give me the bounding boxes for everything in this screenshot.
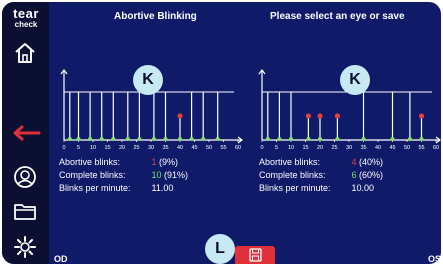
abortive-row: Abortive blinks: 1 (9%) xyxy=(59,156,188,169)
callout-l: L xyxy=(205,234,235,264)
blink-base-marker xyxy=(335,137,340,141)
complete-blink-marker xyxy=(407,137,412,141)
complete-blink-marker xyxy=(137,137,142,141)
home-icon[interactable] xyxy=(12,40,38,66)
x-tick-label: 20 xyxy=(317,145,323,151)
complete-blink-marker xyxy=(76,137,81,141)
blink-base-marker xyxy=(318,137,322,141)
support-icon[interactable] xyxy=(12,164,38,190)
complete-blink-marker xyxy=(99,137,104,141)
complete-count: 6 xyxy=(351,170,357,180)
x-tick-label: 30 xyxy=(346,145,352,151)
x-tick-label: 25 xyxy=(331,145,337,151)
x-tick-label: 60 xyxy=(433,145,439,151)
app-frame: tear check Abortive Blinking Please sele… xyxy=(2,2,441,264)
bpm-value: 11.00 xyxy=(151,183,174,193)
x-tick-label: 5 xyxy=(77,145,80,151)
logo-line1: tear xyxy=(13,6,39,21)
complete-blink-marker xyxy=(125,137,130,141)
complete-blink-marker xyxy=(265,137,270,141)
x-tick-label: 10 xyxy=(90,145,96,151)
blink-base-marker xyxy=(178,137,182,141)
complete-percent: (91%) xyxy=(164,170,189,180)
save-icon xyxy=(249,248,262,262)
x-tick-label: 50 xyxy=(206,145,212,151)
folder-icon[interactable] xyxy=(12,198,38,224)
complete-blink-marker xyxy=(201,137,206,141)
complete-row: Complete blinks: 6 (60%) xyxy=(259,169,383,182)
logo-line2: check xyxy=(14,20,38,29)
sidebar: tear check xyxy=(2,2,49,264)
callout-k-right: K xyxy=(340,65,370,95)
x-tick-label: 55 xyxy=(220,145,226,151)
complete-blink-marker xyxy=(111,137,116,141)
complete-count: 10 xyxy=(151,170,162,180)
eye-label-od[interactable]: OD xyxy=(54,254,68,264)
x-tick-label: 35 xyxy=(360,145,366,151)
bpm-row: Blinks per minute: 10.00 xyxy=(259,182,383,195)
stats-right: Abortive blinks: 4 (40%) Complete blinks… xyxy=(259,156,383,195)
x-tick-label: 50 xyxy=(404,145,410,151)
complete-blink-marker xyxy=(277,137,282,141)
bpm-value: 10.00 xyxy=(351,183,375,193)
save-button[interactable] xyxy=(235,246,275,264)
abortive-blink-marker xyxy=(418,113,425,119)
left-title: Abortive Blinking xyxy=(114,11,197,22)
complete-blink-marker xyxy=(215,137,220,141)
right-title: Please select an eye or save xyxy=(270,11,405,22)
complete-label: Complete blinks: xyxy=(59,170,126,180)
blink-base-marker xyxy=(306,137,311,141)
abortive-count: 4 xyxy=(351,157,357,167)
x-tick-label: 40 xyxy=(375,145,381,151)
complete-blink-marker xyxy=(151,137,156,141)
x-tick-label: 45 xyxy=(389,145,395,151)
complete-label: Complete blinks: xyxy=(259,170,326,180)
complete-blink-marker xyxy=(163,137,168,141)
bpm-label: Blinks per minute: xyxy=(259,183,331,193)
bpm-row: Blinks per minute: 11.00 xyxy=(59,182,188,195)
bpm-label: Blinks per minute: xyxy=(59,183,131,193)
x-tick-label: 15 xyxy=(104,145,110,151)
x-tick-label: 60 xyxy=(235,145,241,151)
x-tick-label: 25 xyxy=(133,145,139,151)
abortive-blink-marker xyxy=(317,113,323,119)
complete-row: Complete blinks: 10 (91%) xyxy=(59,169,188,182)
abortive-count: 1 xyxy=(151,157,157,167)
complete-blink-marker xyxy=(67,137,72,141)
eye-label-os[interactable]: OS xyxy=(428,254,441,264)
x-tick-label: 35 xyxy=(162,145,168,151)
complete-blink-marker xyxy=(289,137,293,141)
back-arrow-icon[interactable] xyxy=(11,125,41,141)
abortive-blink-marker xyxy=(334,113,340,119)
abortive-label: Abortive blinks: xyxy=(259,157,321,167)
x-tick-label: 5 xyxy=(275,145,278,151)
complete-blink-marker xyxy=(88,137,93,141)
abortive-percent: (9%) xyxy=(159,157,179,167)
x-tick-label: 40 xyxy=(177,145,183,151)
stats-left: Abortive blinks: 1 (9%) Complete blinks:… xyxy=(59,156,188,195)
x-tick-label: 15 xyxy=(302,145,308,151)
x-tick-label: 45 xyxy=(191,145,197,151)
complete-blink-marker xyxy=(390,137,395,141)
blink-base-marker xyxy=(419,137,424,141)
x-tick-label: 55 xyxy=(418,145,424,151)
x-tick-label: 10 xyxy=(288,145,294,151)
x-tick-label: 20 xyxy=(119,145,125,151)
abortive-percent: (40%) xyxy=(359,157,384,167)
abortive-blink-marker xyxy=(177,113,183,119)
callout-k-left: K xyxy=(133,65,163,95)
app-logo: tear check xyxy=(8,7,44,29)
complete-blink-marker xyxy=(361,137,366,141)
x-tick-label: 0 xyxy=(260,145,263,151)
abortive-row: Abortive blinks: 4 (40%) xyxy=(259,156,383,169)
abortive-label: Abortive blinks: xyxy=(59,157,121,167)
x-tick-label: 30 xyxy=(148,145,154,151)
complete-blink-marker xyxy=(189,137,194,141)
x-tick-label: 0 xyxy=(62,145,65,151)
abortive-blink-marker xyxy=(305,113,311,119)
complete-percent: (60%) xyxy=(359,170,384,180)
gear-icon[interactable] xyxy=(12,234,38,260)
